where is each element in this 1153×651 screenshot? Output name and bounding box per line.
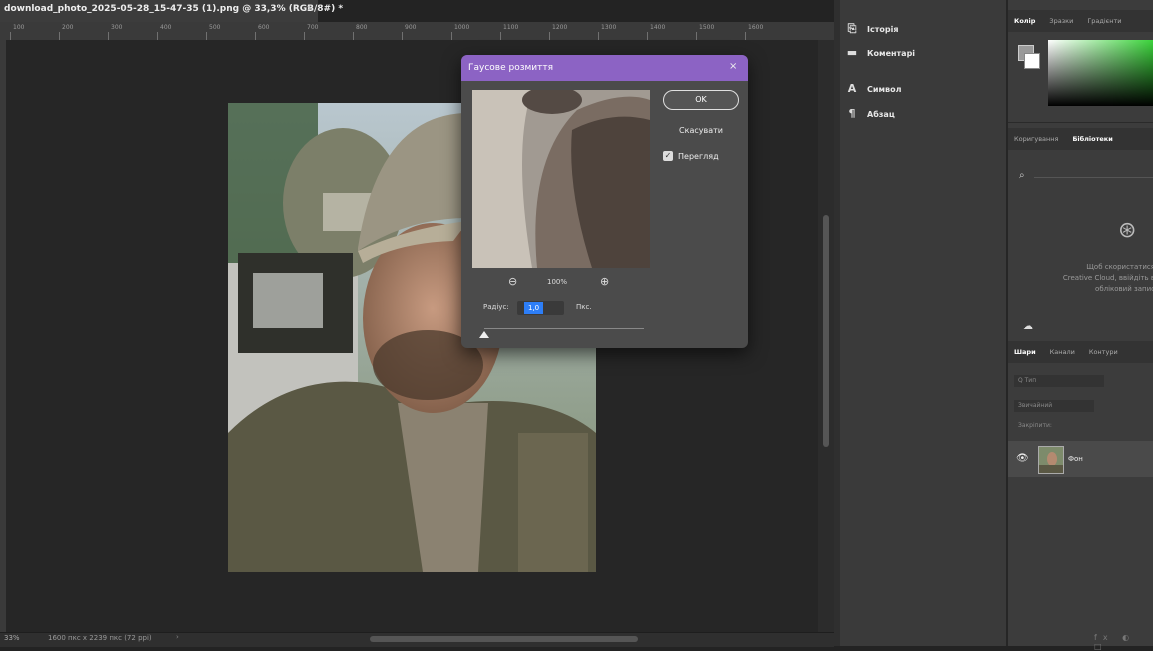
ok-button[interactable]: OK [663,90,739,110]
layer-filter-field[interactable]: Q Тип [1014,375,1104,387]
tab-adjustments[interactable]: Коригування [1014,135,1058,143]
ruler-number: 400 [160,24,172,31]
collapsed-panels-dock [834,0,1007,646]
document-size-info: 1600 пкс x 2239 пкс (72 ppi) [48,634,152,642]
horizontal-ruler: 100 200 300 400 500 600 700 800 900 1000 1100 1200 1… [0,22,834,41]
ruler-tick [59,32,60,40]
ruler-tick [549,32,550,40]
ruler-tick [255,32,256,40]
comments-icon: ▬ [846,46,858,59]
tab-layers[interactable]: Шари [1014,348,1036,356]
background-color-swatch[interactable] [1024,53,1040,69]
ruler-tick [157,32,158,40]
preview-zoom-percent: 100% [547,278,568,286]
ruler-tick [745,32,746,40]
ruler-tick [10,32,11,40]
dialog-title: Гаусове розмиття [468,63,554,73]
tab-swatches[interactable]: Зразки [1049,17,1073,25]
tab-libraries[interactable]: Бібліотеки [1072,135,1112,143]
zoom-status[interactable]: 33% [4,634,20,642]
dialog-close-icon[interactable]: × [729,61,737,72]
radius-input-value[interactable]: 1,0 [524,302,544,314]
ruler-number: 1300 [601,24,617,31]
history-icon: ⎘ [847,22,857,35]
eye-visibility-icon[interactable]: 👁 [1016,453,1029,464]
tab-color[interactable]: Колір [1014,17,1035,25]
panel-comments-label: Коментарі [867,48,916,58]
document-close-icon[interactable]: × [306,4,314,14]
ruler-number: 1100 [503,24,519,31]
panel-history-button[interactable]: ⎘ Історія [846,22,899,35]
layer-thumbnail [1038,446,1064,474]
ruler-number: 1500 [699,24,715,31]
layers-panel-tabs: Шари Канали Контури [1008,341,1153,363]
status-menu-arrow-icon[interactable]: › [176,633,179,641]
ruler-tick [304,32,305,40]
layer-thumbnail-image [1039,447,1063,473]
horizontal-scroll-thumb[interactable] [370,636,638,642]
ruler-number: 1000 [454,24,470,31]
color-picker-field[interactable] [1048,40,1153,106]
panel-character-button[interactable]: A Символ [846,82,902,95]
panel-character-label: Символ [867,84,902,94]
cancel-button[interactable]: Скасувати [663,121,739,141]
panel-comments-button[interactable]: ▬ Коментарі [846,47,915,59]
radius-slider-thumb[interactable] [479,331,489,338]
ruler-tick [598,32,599,40]
ruler-number: 1200 [552,24,568,31]
zoom-out-icon[interactable]: ⊖ [508,275,517,288]
ruler-number: 800 [356,24,368,31]
panel-paragraph-button[interactable]: ¶ Абзац [846,108,895,120]
ruler-tick [451,32,452,40]
character-icon: A [847,82,857,95]
ruler-tick [353,32,354,40]
ruler-tick [402,32,403,40]
panel-history-label: Історія [867,24,899,34]
blend-mode-select[interactable]: Звичайний [1014,400,1094,412]
ruler-number: 100 [13,24,25,31]
tab-paths[interactable]: Контури [1089,348,1118,356]
preview-checkbox-label[interactable]: Перегляд [678,152,719,161]
zoom-in-icon[interactable]: ⊕ [600,275,609,288]
libraries-signin-message: Щоб скористатися Creative Cloud, ввійдіт… [1062,263,1153,293]
library-search-icon[interactable]: ⌕ [1019,170,1025,181]
lock-controls[interactable]: Закріпити: [1014,420,1153,432]
preview-image [472,90,650,268]
creative-cloud-icon: ⊛ [1118,218,1137,243]
preview-checkbox[interactable]: ✓ [663,151,673,161]
ruler-number: 900 [405,24,417,31]
ruler-tick [206,32,207,40]
ruler-tick [696,32,697,40]
tab-gradients[interactable]: Градієнти [1087,17,1121,25]
libraries-panel-tabs: Коригування Бібліотеки [1008,128,1153,150]
color-panel-tabs: Колір Зразки Градієнти [1008,10,1153,32]
cloud-icon[interactable]: ☁ [1023,321,1033,332]
document-tab-title[interactable]: download_photo_2025-05-28_15-47-35 (1).p… [4,4,343,14]
ruler-tick [647,32,648,40]
ruler-tick [500,32,501,40]
layers-footer-icons[interactable]: fx ◐ □ [1094,633,1153,651]
paragraph-icon: ¶ [848,107,856,120]
ruler-number: 1600 [748,24,764,31]
radius-unit: Пкс. [576,303,592,311]
library-search-input[interactable] [1034,177,1153,178]
ruler-number: 700 [307,24,319,31]
ruler-number: 300 [111,24,123,31]
panel-paragraph-label: Абзац [867,109,895,119]
ruler-number: 600 [258,24,270,31]
panel-divider [1008,122,1153,123]
ruler-number: 500 [209,24,221,31]
ruler-number: 200 [62,24,74,31]
ruler-tick [108,32,109,40]
radius-slider-track[interactable] [484,328,644,329]
vertical-scroll-thumb[interactable] [823,215,829,447]
blur-preview-window[interactable] [472,90,650,268]
tab-channels[interactable]: Канали [1050,348,1075,356]
layer-name[interactable]: Фон [1068,455,1083,463]
ruler-number: 1400 [650,24,666,31]
radius-label: Радіус: [483,303,509,311]
dock-strip [834,0,840,646]
